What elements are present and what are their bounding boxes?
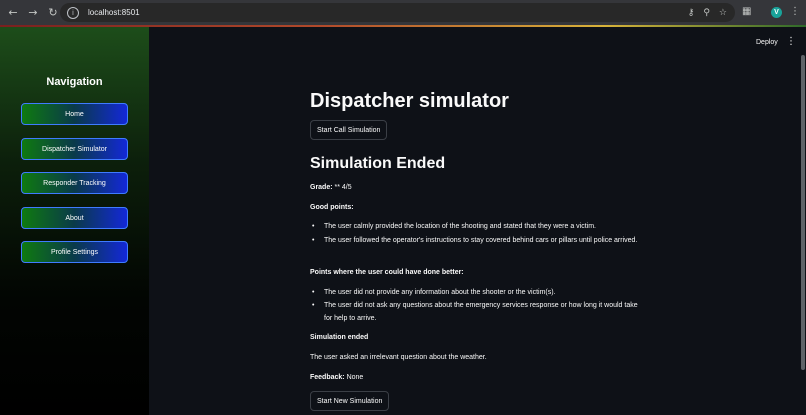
good-points-heading: Good points: xyxy=(310,204,354,211)
kebab-menu-icon[interactable]: ⋮ xyxy=(786,36,796,47)
sidebar-item-home[interactable]: Home xyxy=(21,103,128,125)
section-title: Simulation Ended xyxy=(310,155,446,172)
start-call-simulation-button[interactable]: Start Call Simulation xyxy=(310,120,388,140)
sidebar: Navigation Home Dispatcher Simulator Res… xyxy=(0,27,149,415)
url-text[interactable]: localhost:8501 xyxy=(88,8,140,17)
good-point-item: The user followed the operator's instruc… xyxy=(324,237,638,244)
simulation-ended-text: The user asked an irrelevant question ab… xyxy=(310,354,487,361)
start-new-simulation-button[interactable]: Start New Simulation xyxy=(310,391,390,411)
grade-line: Grade: ** 4/5 xyxy=(310,184,352,191)
sidebar-item-about[interactable]: About xyxy=(21,207,128,229)
feedback-value: None xyxy=(344,374,364,381)
bullet-dot: • xyxy=(312,237,315,244)
sidebar-item-responder-tracking[interactable]: Responder Tracking xyxy=(21,172,128,194)
profile-avatar[interactable]: V xyxy=(771,7,782,18)
feedback-label: Feedback: xyxy=(310,374,345,381)
site-info-icon[interactable]: i xyxy=(67,6,79,19)
simulation-ended-heading: Simulation ended xyxy=(310,334,369,341)
star-icon[interactable]: ☆ xyxy=(719,8,727,18)
page-scrollbar[interactable] xyxy=(801,55,805,370)
good-point-item: The user calmly provided the location of… xyxy=(324,223,596,230)
sidebar-title: Navigation xyxy=(46,76,103,88)
extensions-icon[interactable]: ▦ xyxy=(742,6,751,17)
deploy-button[interactable]: Deploy xyxy=(756,39,778,46)
browser-toolbar: ← → ↻ i localhost:8501 ⚷ ⚲ ☆ ▦ V ⋮ xyxy=(0,0,806,25)
grade-label: Grade: xyxy=(310,184,333,191)
page-title: Dispatcher simulator xyxy=(310,90,509,112)
bullet-dot: • xyxy=(312,289,315,296)
forward-arrow-icon[interactable]: → xyxy=(25,5,41,21)
address-bar[interactable]: i localhost:8501 ⚷ ⚲ ☆ xyxy=(60,3,735,22)
bullet-dot: • xyxy=(312,302,315,309)
feedback-line: Feedback: None xyxy=(310,374,363,381)
key-icon[interactable]: ⚷ xyxy=(688,8,695,18)
sidebar-item-profile-settings[interactable]: Profile Settings xyxy=(21,241,128,263)
sidebar-item-dispatcher-simulator[interactable]: Dispatcher Simulator xyxy=(21,138,128,160)
improve-point-item: The user did not provide any information… xyxy=(324,289,556,296)
reload-icon[interactable]: ↻ xyxy=(45,5,61,21)
improve-heading: Points where the user could have done be… xyxy=(310,269,464,276)
grade-value: ** 4/5 xyxy=(332,184,352,191)
bullet-dot: • xyxy=(312,223,315,230)
improve-point-item: The user did not ask any questions about… xyxy=(324,302,638,322)
back-arrow-icon[interactable]: ← xyxy=(5,5,21,21)
zoom-icon[interactable]: ⚲ xyxy=(703,8,710,18)
browser-menu-icon[interactable]: ⋮ xyxy=(790,6,800,17)
